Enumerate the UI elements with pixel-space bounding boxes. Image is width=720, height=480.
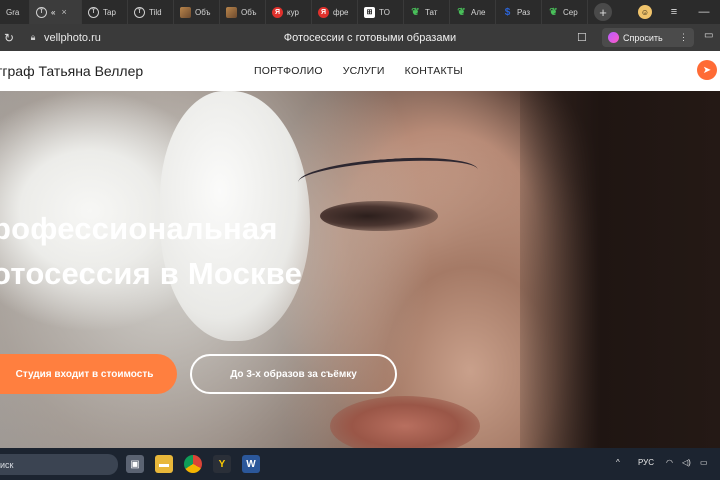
leaf-icon: ❦ <box>549 6 558 18</box>
minimize-icon[interactable]: — <box>696 6 712 18</box>
site-logo[interactable]: тграф Татьяна Веллер <box>0 63 143 79</box>
sidebar-toggle-icon[interactable]: ▭ <box>704 30 720 45</box>
circle-t-icon: T <box>134 6 145 18</box>
browser-tab-label: Але <box>471 7 486 17</box>
browser-tab[interactable]: Объ <box>220 0 266 24</box>
hero-section: рофессиональная отосессия в Москве Студи… <box>0 91 720 448</box>
close-tab-icon[interactable]: × <box>61 7 66 17</box>
browser-tab-label: TO <box>379 7 390 17</box>
window-controls: ☺ ≡ — <box>638 0 720 24</box>
new-tab-button[interactable]: + <box>594 3 612 21</box>
hero-photo-lips <box>330 396 480 448</box>
hero-photo-eyebrow <box>297 152 479 200</box>
language-indicator[interactable]: РУС <box>638 458 654 467</box>
reload-icon[interactable]: ↻ <box>2 31 16 45</box>
browser-tab-label: Тат <box>425 7 438 17</box>
profile-avatar-icon[interactable]: ☺ <box>638 5 652 19</box>
page-title: Фотосессии с готовыми образами <box>283 31 457 44</box>
lock-icon[interactable]: 🔒︎ <box>26 32 40 43</box>
studio-included-button[interactable]: Студия входит в стоимость <box>0 354 177 394</box>
circle-t-icon: T <box>88 6 99 18</box>
browser-tab-label: « <box>51 7 56 17</box>
image-icon <box>226 6 237 18</box>
browser-tab-label: Объ <box>195 7 211 17</box>
taskbar-search-placeholder: иск <box>0 459 14 470</box>
hero-title-line-1: рофессиональная <box>0 211 278 246</box>
three-looks-button[interactable]: До 3-х образов за съёмку <box>190 354 397 394</box>
ask-ai-button[interactable]: Спросить ⋮ <box>602 28 694 47</box>
tab-list: Gra T «× T Tap T Tild Объ Объ Якур Яфре ⊞ TO ❦ Тат ❦ Але… <box>0 0 588 24</box>
browser-tab[interactable]: Яфре <box>312 0 358 24</box>
yandex-icon: Я <box>272 6 283 18</box>
hero-photo-eye <box>320 201 438 231</box>
task-view-icon[interactable]: ▣ <box>126 455 144 473</box>
leaf-icon: ❦ <box>411 6 420 18</box>
browser-tab-label: Tap <box>103 7 116 17</box>
bookmark-icon[interactable]: ☐ <box>577 31 587 44</box>
taskbar-search-input[interactable]: иск <box>0 454 118 475</box>
word-icon[interactable]: W <box>242 455 260 473</box>
hero-title: рофессиональная отосессия в Москве <box>0 206 302 296</box>
hero-photo-hair <box>520 91 720 448</box>
grid-icon: ⊞ <box>364 6 375 18</box>
yandex-icon: Я <box>318 6 329 18</box>
circle-t-icon: T <box>36 6 47 18</box>
browser-tab[interactable]: $ Раз <box>496 0 542 24</box>
address-bar: ↻ 🔒︎ vellphoto.ru Фотосессии с готовыми … <box>0 24 720 51</box>
main-nav: ПОРТФОЛИО УСЛУГИ КОНТАКТЫ <box>254 65 463 77</box>
yandex-browser-icon[interactable]: Y <box>213 455 231 473</box>
hero-title-line-2: отосессия в Москве <box>0 256 303 291</box>
leaf-icon: ❦ <box>457 6 466 18</box>
browser-tab[interactable]: Якур <box>266 0 312 24</box>
file-explorer-icon[interactable]: ▬ <box>155 455 173 473</box>
browser-tab-label: кур <box>287 7 299 17</box>
browser-tab[interactable]: ❦ Тат <box>404 0 450 24</box>
browser-tab[interactable]: ⊞ TO <box>358 0 404 24</box>
nav-portfolio[interactable]: ПОРТФОЛИО <box>254 65 323 77</box>
chrome-icon[interactable] <box>184 455 202 473</box>
nav-services[interactable]: УСЛУГИ <box>343 65 385 77</box>
browser-tab-label: Gra <box>6 7 20 17</box>
browser-tab[interactable]: Gra <box>0 0 30 24</box>
browser-tab-strip: Gra T «× T Tap T Tild Объ Объ Якур Яфре ⊞ TO ❦ Тат ❦ Але… <box>0 0 720 24</box>
browser-tab-label: Объ <box>241 7 257 17</box>
browser-tab-label: Сер <box>563 7 578 17</box>
site-header: тграф Татьяна Веллер ПОРТФОЛИО УСЛУГИ КО… <box>0 51 720 91</box>
battery-icon[interactable]: ▭ <box>700 458 708 467</box>
more-options-icon[interactable]: ⋮ <box>679 32 688 43</box>
wifi-icon[interactable]: ◠ <box>666 458 673 467</box>
taskbar: иск ▣ ▬ Y W ^ РУС ◠ ◁) ▭ <box>0 448 720 480</box>
menu-icon[interactable]: ≡ <box>666 6 682 18</box>
browser-tab-label: Tild <box>149 7 162 17</box>
browser-tab[interactable]: T Tild <box>128 0 174 24</box>
blue-logo-icon: $ <box>504 6 511 18</box>
browser-tab[interactable]: ❦ Але <box>450 0 496 24</box>
tray-chevron-icon[interactable]: ^ <box>616 458 620 467</box>
volume-icon[interactable]: ◁) <box>682 458 691 467</box>
image-icon <box>180 6 191 18</box>
browser-tab-label: фре <box>333 7 349 17</box>
browser-tab[interactable]: ❦ Сер <box>542 0 588 24</box>
ask-ai-label: Спросить <box>623 32 663 43</box>
browser-tab[interactable]: T « × <box>30 0 82 24</box>
browser-tab-label: Раз <box>517 7 531 17</box>
browser-tab[interactable]: T Tap <box>82 0 128 24</box>
ai-assistant-icon <box>608 32 619 43</box>
nav-contacts[interactable]: КОНТАКТЫ <box>405 65 463 77</box>
browser-tab[interactable]: Объ <box>174 0 220 24</box>
telegram-icon[interactable]: ➤ <box>697 60 717 80</box>
